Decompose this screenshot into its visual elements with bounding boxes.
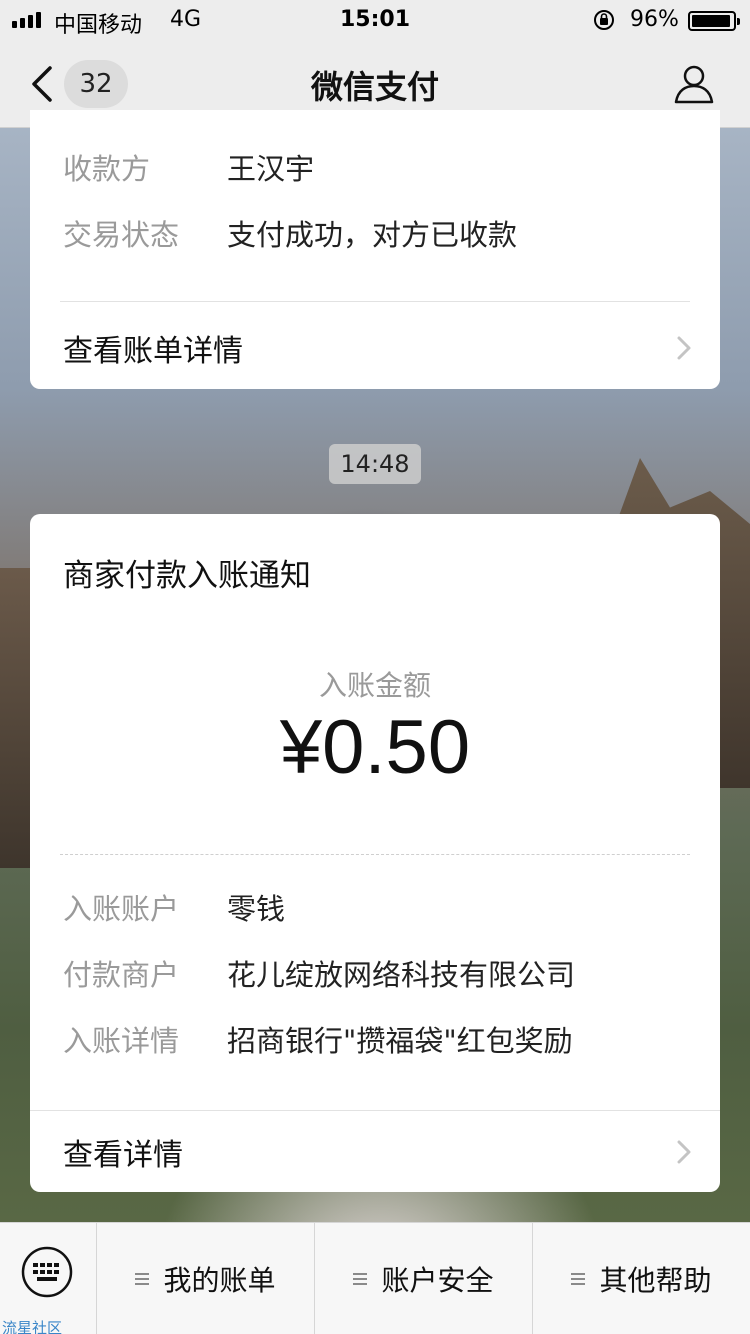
view-bill-details-link[interactable]: 查看账单详情 [63,326,692,370]
menu-list-icon [571,1273,586,1285]
chevron-right-icon [677,1140,691,1164]
view-details-label: 查看详情 [63,1138,183,1173]
chevron-right-icon [677,336,691,360]
details-label: 入账详情 [63,1024,180,1058]
payee-value: 王汉宇 [227,152,315,186]
message-timestamp: 14:48 [329,444,421,484]
merchant-value: 花儿绽放网络科技有限公司 [227,958,576,992]
amount-value: ¥0.50 [279,705,471,790]
account-row: 入账账户 零钱 [63,886,285,928]
merchant-label: 付款商户 [63,958,180,992]
payee-label: 收款方 [63,152,151,186]
battery-percentage: 96% [630,7,679,32]
divider [30,1110,720,1111]
dashed-divider [60,854,690,855]
merchant-payment-notice-card[interactable]: 商家付款入账通知 入账金额 ¥0.50 入账账户 零钱 付款商户 花儿绽放网络科… [30,514,720,1192]
keyboard-icon [21,1246,73,1298]
page-title: 微信支付 [310,68,439,106]
menu-list-icon [353,1273,368,1285]
keyboard-toggle[interactable]: 流星社区 [0,1223,97,1334]
top-bar: 中国移动 4G 15:01 96% 32 微信支付 [0,0,750,128]
details-row: 入账详情 招商银行"攒福袋"红包奖励 [63,1018,573,1060]
status-row: 交易状态 支付成功，对方已收款 [63,212,517,254]
bottom-menu-bar: 流星社区 我的账单 账户安全 其他帮助 [0,1222,750,1334]
status-bar: 中国移动 4G 15:01 96% [0,0,750,40]
notice-title: 商家付款入账通知 [63,558,311,594]
view-bill-details-label: 查看账单详情 [63,334,243,369]
payee-row: 收款方 王汉宇 [63,146,314,188]
menu-other-help-label: 其他帮助 [599,1264,712,1297]
profile-icon[interactable] [672,62,716,106]
account-label: 入账账户 [63,892,180,926]
menu-my-bills-label: 我的账单 [163,1264,276,1297]
merchant-row: 付款商户 花儿绽放网络科技有限公司 [63,952,575,994]
status-label: 交易状态 [63,218,180,252]
account-value: 零钱 [227,892,286,926]
menu-account-security-label: 账户安全 [381,1264,494,1297]
menu-my-bills[interactable]: 我的账单 [97,1223,315,1334]
watermark-text: 流星社区 [2,1319,63,1334]
menu-other-help[interactable]: 其他帮助 [533,1223,750,1334]
view-details-link[interactable]: 查看详情 [63,1130,692,1174]
payment-card: 收款方 王汉宇 交易状态 支付成功，对方已收款 查看账单详情 [30,110,720,389]
battery-icon [688,11,740,31]
menu-account-security[interactable]: 账户安全 [315,1223,533,1334]
menu-list-icon [135,1273,150,1285]
divider [60,301,690,302]
details-value: 招商银行"攒福袋"红包奖励 [227,1024,573,1058]
amount-label: 入账金额 [318,669,431,702]
status-value: 支付成功，对方已收款 [227,218,518,252]
rotation-lock-icon [594,10,614,30]
